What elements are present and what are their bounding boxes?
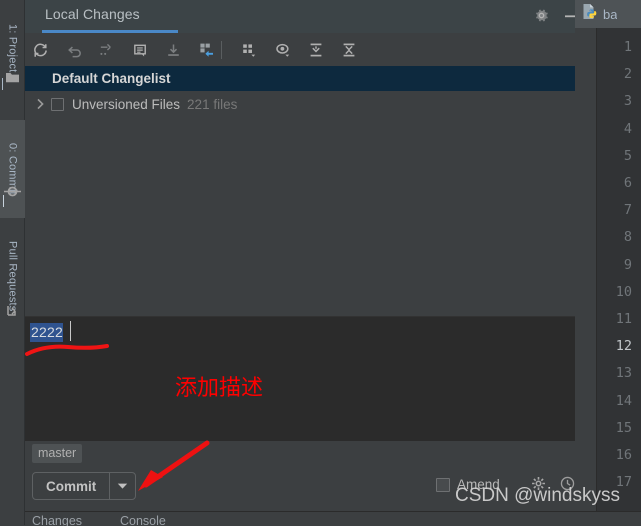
- line-number: 10: [615, 283, 632, 300]
- line-number: 15: [615, 419, 632, 436]
- annotation-note: 添加描述: [175, 376, 264, 401]
- bottom-tab-changes[interactable]: Changes: [32, 514, 82, 526]
- editor-file-tab[interactable]: ba: [575, 0, 641, 28]
- python-file-icon: [582, 3, 598, 25]
- commit-node-icon[interactable]: [0, 180, 25, 202]
- tool-window-tabbar: Local Changes: [25, 0, 399, 33]
- tab-local-changes[interactable]: Local Changes: [45, 6, 140, 22]
- line-number: 5: [623, 147, 632, 164]
- commit-message-input[interactable]: 2222: [25, 316, 575, 441]
- line-number: 4: [623, 120, 632, 137]
- line-number: 6: [623, 175, 632, 191]
- unversioned-files-count: 221 files: [187, 96, 238, 112]
- editor-left-pad: [575, 28, 596, 511]
- shelve-changes-icon[interactable]: [194, 38, 218, 62]
- collapse-all-icon[interactable]: [337, 38, 361, 62]
- pull-request-icon[interactable]: [0, 300, 25, 322]
- left-tool-strip: 1: Project 0: Commit Pull Requests: [0, 0, 25, 525]
- line-number: 8: [623, 229, 632, 246]
- preview-diff-icon[interactable]: [271, 38, 295, 62]
- branch-label: master: [32, 444, 83, 463]
- rollback-icon[interactable]: [62, 38, 86, 62]
- line-number: 7: [623, 202, 632, 219]
- line-number: 13: [615, 365, 632, 382]
- show-diff-icon[interactable]: [94, 38, 118, 62]
- unversioned-files-label: Unversioned Files: [72, 96, 181, 112]
- line-number: 3: [623, 93, 632, 110]
- line-number: 2: [623, 66, 632, 83]
- changelist-row[interactable]: Default Changelist: [25, 66, 575, 91]
- expand-all-icon[interactable]: [304, 38, 328, 62]
- line-number: 1: [623, 39, 632, 55]
- editor-line-number-gutter: 1 2 3 4 5 6 7 8 9 10 11 12 13 14 15 16 17: [596, 28, 641, 511]
- line-number: 12: [615, 338, 632, 355]
- chevron-down-icon[interactable]: [110, 473, 135, 499]
- line-number: 11: [615, 311, 632, 327]
- editor-file-name: ba: [603, 6, 618, 22]
- group-by-icon[interactable]: [237, 38, 261, 62]
- ide-window: 1: Project 0: Commit Pull Requests Local…: [0, 0, 641, 526]
- changelist-label: Default Changelist: [52, 71, 171, 86]
- project-folder-icon[interactable]: [0, 66, 25, 88]
- chevron-right-icon[interactable]: [33, 97, 47, 111]
- amend-checkbox[interactable]: [436, 477, 450, 492]
- changes-tree[interactable]: Default Changelist Unversioned Files 221…: [25, 66, 575, 316]
- watermark-text: CSDN @windskyss: [455, 485, 620, 506]
- changes-toolbar: [25, 33, 575, 66]
- sidebar-item-project-label: 1: Project: [6, 23, 19, 73]
- unversioned-files-checkbox[interactable]: [51, 97, 64, 111]
- line-number: 14: [615, 392, 632, 409]
- bottom-tab-console[interactable]: Console: [120, 514, 166, 526]
- commit-button-label: Commit: [46, 478, 97, 494]
- line-number: 9: [623, 256, 632, 273]
- bottom-tab-strip: Changes Console: [25, 511, 641, 526]
- unversioned-files-row[interactable]: Unversioned Files 221 files: [25, 91, 575, 117]
- gear-icon[interactable]: [533, 7, 553, 27]
- refresh-icon[interactable]: [28, 38, 52, 62]
- commit-message-text: 2222: [30, 323, 63, 342]
- toolbar-separator: [221, 41, 222, 59]
- text-caret: [70, 321, 71, 341]
- line-number: 16: [615, 447, 632, 463]
- update-download-icon[interactable]: [161, 38, 185, 62]
- commit-button[interactable]: Commit: [32, 472, 137, 500]
- edit-commit-message-icon[interactable]: [128, 38, 152, 62]
